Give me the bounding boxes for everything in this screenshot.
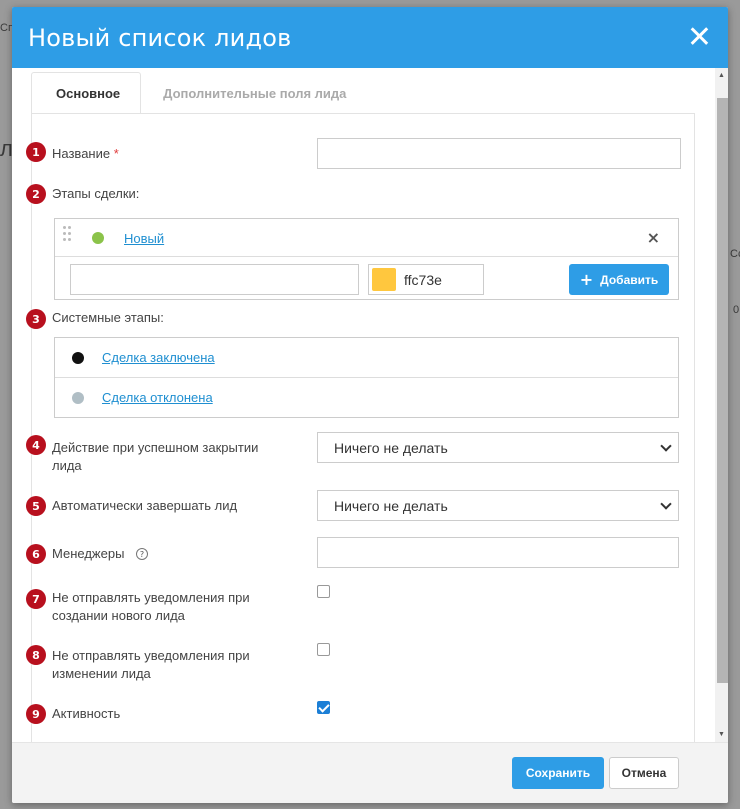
system-stages-box: Сделка заключена Сделка отклонена (54, 337, 679, 418)
active-label: Активность (52, 706, 121, 721)
remove-stage-icon[interactable]: × (647, 228, 660, 247)
success-action-value: Ничего не делать (334, 439, 448, 456)
new-lead-list-dialog: Новый список лидов ✕ Основное Дополнител… (12, 7, 728, 803)
system-stages-label: Системные этапы: (52, 310, 164, 325)
auto-finish-value: Ничего не делать (334, 497, 448, 514)
stage-color-dot (72, 352, 84, 364)
dialog-header: Новый список лидов ✕ (12, 7, 728, 68)
deal-stages-box: Новый × ffc73e + Добавить (54, 218, 679, 300)
auto-finish-label: Автоматически завершать лид (52, 498, 238, 513)
managers-label: Менеджеры (52, 546, 125, 561)
step-badge-9: 9 (26, 704, 46, 724)
save-button[interactable]: Сохранить (512, 757, 604, 789)
system-stage-row: Сделка заключена (55, 338, 678, 378)
stage-color-dot (72, 392, 84, 404)
managers-input[interactable] (317, 537, 679, 568)
step-badge-2: 2 (26, 184, 46, 204)
required-mark: * (113, 146, 119, 161)
step-badge-5: 5 (26, 496, 46, 516)
color-swatch[interactable] (372, 268, 396, 291)
step-badge-1: 1 (26, 142, 46, 162)
step-badge-8: 8 (26, 645, 46, 665)
add-stage-label: Добавить (600, 272, 659, 287)
step-badge-4: 4 (26, 435, 46, 455)
no-notify-update-label-line: Не отправлять уведомления при (52, 648, 250, 663)
success-action-select[interactable]: Ничего не делать (317, 432, 679, 463)
stage-link-closed-won[interactable]: Сделка заключена (102, 350, 215, 365)
active-checkbox[interactable] (317, 701, 330, 714)
no-notify-update-label-line: изменении лида (52, 666, 151, 681)
plus-icon: + (579, 270, 594, 289)
success-action-label: Действие при успешном закрытии лида (52, 439, 258, 475)
scroll-down-icon[interactable]: ▼ (717, 730, 726, 739)
system-stage-row: Сделка отклонена (55, 378, 678, 418)
drag-handle-icon[interactable] (63, 226, 73, 246)
no-notify-update-checkbox[interactable] (317, 643, 330, 656)
chevron-down-icon (660, 498, 672, 510)
deal-stage-row: Новый × (55, 219, 678, 257)
step-badge-3: 3 (26, 309, 46, 329)
deal-stages-label: Этапы сделки: (52, 186, 140, 201)
auto-finish-select[interactable]: Ничего не делать (317, 490, 679, 521)
tab-additional-fields[interactable]: Дополнительные поля лида (141, 72, 368, 114)
dialog-body: Основное Дополнительные поля лида 1 Назв… (12, 68, 728, 742)
dialog-scrollbar[interactable]: ▲ ▼ (715, 68, 728, 742)
close-icon[interactable]: ✕ (687, 22, 712, 53)
stage-link-closed-lost[interactable]: Сделка отклонена (102, 390, 213, 405)
dialog-footer: Сохранить Отмена (12, 742, 728, 803)
step-badge-6: 6 (26, 544, 46, 564)
bg-fragment: л (0, 136, 13, 161)
stage-color-dot (92, 232, 104, 244)
name-label: Название * (52, 145, 119, 163)
success-action-label-line: лида (52, 458, 82, 473)
scroll-thumb[interactable] (717, 98, 728, 683)
no-notify-create-label-line: создании нового лида (52, 608, 185, 623)
name-label-text: Название (52, 146, 111, 161)
bg-fragment: 0 (733, 304, 740, 316)
new-stage-name-input[interactable] (70, 264, 359, 295)
bg-fragment: Сс (730, 248, 740, 260)
cancel-button[interactable]: Отмена (609, 757, 679, 789)
no-notify-create-label: Не отправлять уведомления при создании н… (52, 589, 250, 625)
no-notify-create-checkbox[interactable] (317, 585, 330, 598)
scroll-up-icon[interactable]: ▲ (717, 71, 726, 80)
tab-bar: Основное Дополнительные поля лида (31, 72, 368, 114)
stage-link-new[interactable]: Новый (124, 231, 164, 246)
add-stage-button[interactable]: + Добавить (569, 264, 669, 295)
success-action-label-line: Действие при успешном закрытии (52, 440, 259, 455)
chevron-down-icon (660, 440, 672, 452)
dialog-title: Новый список лидов (28, 23, 292, 52)
no-notify-update-label: Не отправлять уведомления при изменении … (52, 647, 250, 683)
color-hex-value: ffc73e (404, 271, 442, 288)
name-input[interactable] (317, 138, 681, 169)
step-badge-7: 7 (26, 589, 46, 609)
tab-main[interactable]: Основное (31, 72, 142, 114)
no-notify-create-label-line: Не отправлять уведомления при (52, 590, 250, 605)
stage-color-input[interactable]: ffc73e (368, 264, 484, 295)
question-icon[interactable]: ? (136, 548, 148, 560)
